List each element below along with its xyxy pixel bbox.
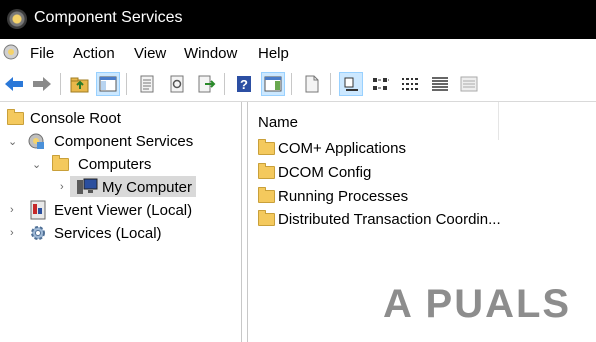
folder-icon <box>7 109 24 125</box>
menu-file[interactable]: File <box>30 45 54 62</box>
toolbar-separator <box>291 73 292 95</box>
list-item-com-applications[interactable]: COM+ Applications <box>256 137 586 159</box>
view-large-icon[interactable] <box>339 72 363 96</box>
tree-label: Event Viewer (Local) <box>54 202 193 219</box>
my-computer-icon <box>77 178 98 194</box>
folder-icon <box>258 187 275 203</box>
list-item-label: DCOM Config <box>278 164 372 181</box>
list-item-label: COM+ Applications <box>278 140 406 157</box>
new-window-icon[interactable] <box>300 72 324 96</box>
tree-label: Component Services <box>54 133 194 150</box>
tree-item-computers[interactable]: ⌄ Computers <box>4 153 239 175</box>
scope-tree-pane: Console Root ⌄ Component Services ⌄ Comp… <box>0 102 242 342</box>
forward-arrow-icon[interactable] <box>30 72 54 96</box>
toolbar-separator <box>330 73 331 95</box>
tree-label: Computers <box>78 156 152 173</box>
list-item-distributed-transaction-coordinator[interactable]: Distributed Transaction Coordin... <box>256 208 586 230</box>
window-title: Component Services <box>34 9 183 26</box>
menu-action[interactable]: Action <box>73 45 115 62</box>
title-bar: Component Services <box>0 0 596 39</box>
view-small-icon[interactable] <box>369 72 393 96</box>
folder-icon <box>258 210 275 226</box>
folder-icon <box>258 163 275 179</box>
event-viewer-icon <box>30 200 46 220</box>
svg-text:?: ? <box>240 77 248 92</box>
show-hide-tree-icon[interactable] <box>96 72 120 96</box>
system-menu-icon[interactable] <box>2 43 20 61</box>
back-arrow-icon[interactable] <box>2 72 26 96</box>
chevron-down-icon[interactable]: ⌄ <box>8 135 17 148</box>
toolbar: ? <box>0 67 596 102</box>
view-detail-icon[interactable] <box>428 72 452 96</box>
list-item-label: Running Processes <box>278 188 409 205</box>
folder-icon <box>52 155 69 171</box>
chevron-down-icon[interactable]: ⌄ <box>32 158 41 171</box>
chevron-right-icon[interactable]: › <box>10 204 14 216</box>
tree-item-my-computer[interactable]: › My Computer <box>4 176 239 198</box>
menu-bar: File Action View Window Help <box>0 39 596 67</box>
export-list-icon[interactable] <box>135 72 159 96</box>
help-icon[interactable]: ? <box>232 72 256 96</box>
folder-icon <box>258 139 275 155</box>
tree-item-services[interactable]: › Services (Local) <box>4 222 239 244</box>
menu-view[interactable]: View <box>134 45 166 62</box>
tree-item-console-root[interactable]: Console Root <box>4 107 239 129</box>
toolbar-separator <box>224 73 225 95</box>
component-services-app-icon <box>7 9 27 29</box>
export-icon[interactable] <box>195 72 219 96</box>
tree-item-event-viewer[interactable]: › Event Viewer (Local) <box>4 199 239 221</box>
list-item-label: Distributed Transaction Coordin... <box>278 211 501 228</box>
tree-label: Services (Local) <box>54 225 162 242</box>
appuals-watermark: A PUALS <box>383 282 572 326</box>
tree-label: Console Root <box>30 110 121 127</box>
chevron-right-icon[interactable]: › <box>10 227 14 239</box>
component-services-icon <box>28 133 44 149</box>
menu-help[interactable]: Help <box>258 45 289 62</box>
up-folder-icon[interactable] <box>68 72 92 96</box>
view-custom-icon[interactable] <box>457 72 481 96</box>
tree-label: My Computer <box>102 179 193 196</box>
toolbar-separator <box>60 73 61 95</box>
gear-icon <box>31 226 45 240</box>
list-item-dcom-config[interactable]: DCOM Config <box>256 161 586 183</box>
refresh-icon[interactable] <box>165 72 189 96</box>
toolbar-separator <box>126 73 127 95</box>
view-list-icon[interactable] <box>398 72 422 96</box>
action-pane-icon[interactable] <box>261 72 285 96</box>
column-header-name[interactable]: Name <box>248 102 499 140</box>
chevron-right-icon[interactable]: › <box>60 181 64 193</box>
menu-window[interactable]: Window <box>184 45 237 62</box>
list-item-running-processes[interactable]: Running Processes <box>256 185 586 207</box>
column-header-label: Name <box>258 114 299 131</box>
tree-item-component-services[interactable]: ⌄ Component Services <box>4 130 239 152</box>
